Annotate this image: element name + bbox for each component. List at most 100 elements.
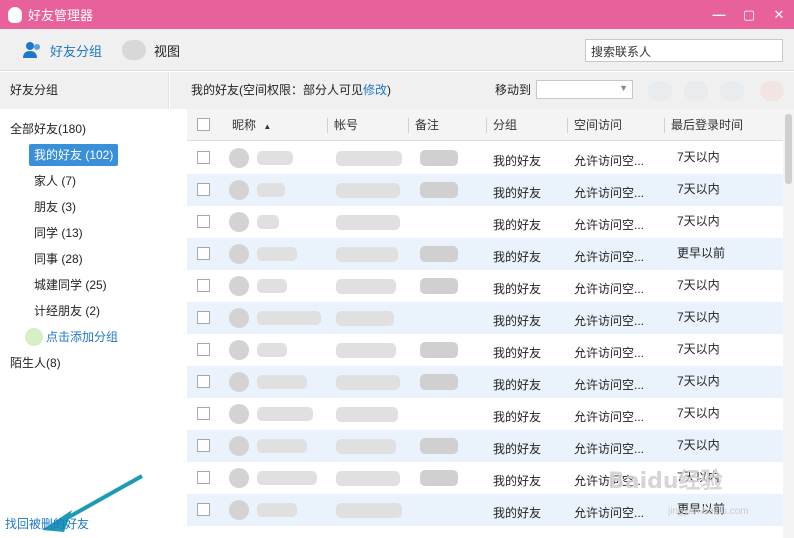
header-last-login[interactable]: 最后登录时间 [671, 109, 743, 141]
action-icon-2[interactable] [684, 81, 708, 101]
avatar [229, 436, 249, 456]
column-divider [567, 118, 568, 133]
row-checkbox[interactable] [197, 279, 210, 292]
row-last-login: 7天以内 [677, 214, 720, 228]
avatar [229, 340, 249, 360]
group-chengjian-classmates[interactable]: 城建同学 (25) [34, 274, 107, 296]
tab-friend-groups[interactable]: 好友分组 [22, 29, 102, 71]
close-button[interactable]: ✕ [764, 0, 794, 29]
add-group-button[interactable]: 点击添加分组 [25, 326, 118, 348]
row-checkbox[interactable] [197, 247, 210, 260]
group-family[interactable]: 家人 (7) [34, 170, 76, 192]
header-account[interactable]: 帐号 [334, 109, 358, 141]
group-classmates[interactable]: 同学 (13) [34, 222, 83, 244]
remark-redacted [420, 342, 458, 358]
account-redacted [336, 215, 400, 230]
row-group: 我的好友 [493, 378, 542, 392]
row-space-access: 允许访问空... [574, 378, 645, 392]
add-group-label: 点击添加分组 [46, 330, 119, 344]
sidebar: 好友分组 全部好友(180) 我的好友 (102) 家人 (7) 朋友 (3) … [0, 72, 169, 538]
row-group: 我的好友 [493, 314, 542, 328]
add-group-icon [25, 328, 43, 346]
nickname-redacted [257, 375, 307, 389]
table-row[interactable]: 我的好友 允许访问空... 7天以内 [187, 334, 783, 366]
group-my-friends[interactable]: 我的好友 (102) [29, 144, 119, 166]
people-icon [23, 42, 40, 58]
row-checkbox[interactable] [197, 407, 210, 420]
row-last-login: 更早以前 [677, 246, 726, 260]
search-input[interactable]: 搜索联系人 [585, 39, 783, 62]
table-row[interactable]: 我的好友 允许访问空... 7天以内 [187, 430, 783, 462]
row-group: 我的好友 [493, 218, 542, 232]
nickname-redacted [257, 503, 297, 517]
minimize-button[interactable]: — [704, 0, 734, 29]
select-all-checkbox[interactable] [197, 118, 210, 131]
row-group: 我的好友 [493, 410, 542, 424]
scrollbar-thumb[interactable] [785, 114, 792, 184]
group-jijing-friends[interactable]: 计经朋友 (2) [34, 300, 100, 322]
tab-friend-groups-label: 好友分组 [50, 43, 103, 59]
account-redacted [336, 471, 400, 486]
table-row[interactable]: 我的好友 允许访问空... 7天以内 [187, 206, 783, 238]
row-checkbox[interactable] [197, 215, 210, 228]
column-divider [327, 118, 328, 133]
header-space-access[interactable]: 空间访问 [574, 109, 622, 141]
group-all-friends[interactable]: 全部好友(180) [10, 118, 86, 140]
row-checkbox[interactable] [197, 471, 210, 484]
remark-redacted [420, 374, 458, 390]
header-remark[interactable]: 备注 [415, 109, 439, 141]
row-checkbox[interactable] [197, 343, 210, 356]
avatar [229, 308, 249, 328]
table-row[interactable]: 我的好友 允许访问空... 7天以内 [187, 270, 783, 302]
avatar [229, 500, 249, 520]
table-row[interactable]: 我的好友 允许访问空... 更早以前 [187, 238, 783, 270]
column-divider [664, 118, 665, 133]
row-space-access: 允许访问空... [574, 250, 645, 264]
avatar [229, 212, 249, 232]
row-checkbox[interactable] [197, 375, 210, 388]
remark-redacted [420, 438, 458, 454]
group-colleagues[interactable]: 同事 (28) [34, 248, 83, 270]
row-checkbox[interactable] [197, 439, 210, 452]
move-to-label: 移动到 [495, 83, 532, 97]
table-row[interactable]: 我的好友 允许访问空... 7天以内 [187, 302, 783, 334]
recover-deleted-friends-link[interactable]: 找回被删的好友 [5, 515, 89, 532]
modify-permission-link[interactable]: 修改 [363, 83, 387, 97]
table-row[interactable]: 我的好友 允许访问空... 7天以内 [187, 366, 783, 398]
row-last-login: 7天以内 [677, 342, 720, 356]
row-group: 我的好友 [493, 442, 542, 456]
table-header: 昵称 ▲ 帐号 备注 分组 空间访问 最后登录时间 [187, 109, 783, 141]
header-nickname[interactable]: 昵称 ▲ [232, 109, 271, 143]
nickname-redacted [257, 471, 317, 485]
row-group: 我的好友 [493, 282, 542, 296]
vertical-scrollbar[interactable] [783, 109, 794, 538]
table-row[interactable]: 我的好友 允许访问空... 7天以内 [187, 174, 783, 206]
header-group[interactable]: 分组 [493, 109, 517, 141]
nickname-redacted [257, 183, 285, 197]
table-row[interactable]: 我的好友 允许访问空... 7天以内 [187, 142, 783, 174]
baidu-watermark-url: jingyan.baidu.com [668, 506, 749, 517]
maximize-button[interactable]: ▢ [734, 0, 764, 29]
tab-view[interactable]: 视图 [122, 29, 180, 71]
row-space-access: 允许访问空... [574, 154, 645, 168]
row-checkbox[interactable] [197, 503, 210, 516]
action-icon-4[interactable] [760, 81, 784, 101]
row-checkbox[interactable] [197, 151, 210, 164]
remark-redacted [420, 246, 458, 262]
title-bar: 好友管理器 — ▢ ✕ [0, 0, 794, 29]
avatar [229, 276, 249, 296]
avatar [229, 180, 249, 200]
group-friends[interactable]: 朋友 (3) [34, 196, 76, 218]
row-checkbox[interactable] [197, 183, 210, 196]
move-to-dropdown[interactable]: ▼ [536, 80, 633, 99]
account-redacted [336, 407, 398, 422]
action-icon-3[interactable] [720, 81, 744, 101]
avatar [229, 404, 249, 424]
group-info-suffix: ) [387, 83, 392, 97]
table-row[interactable]: 我的好友 允许访问空... 7天以内 [187, 398, 783, 430]
remark-redacted [420, 150, 458, 166]
action-icon-1[interactable] [648, 81, 672, 101]
row-checkbox[interactable] [197, 311, 210, 324]
group-strangers[interactable]: 陌生人(8) [10, 352, 61, 374]
avatar [229, 468, 249, 488]
